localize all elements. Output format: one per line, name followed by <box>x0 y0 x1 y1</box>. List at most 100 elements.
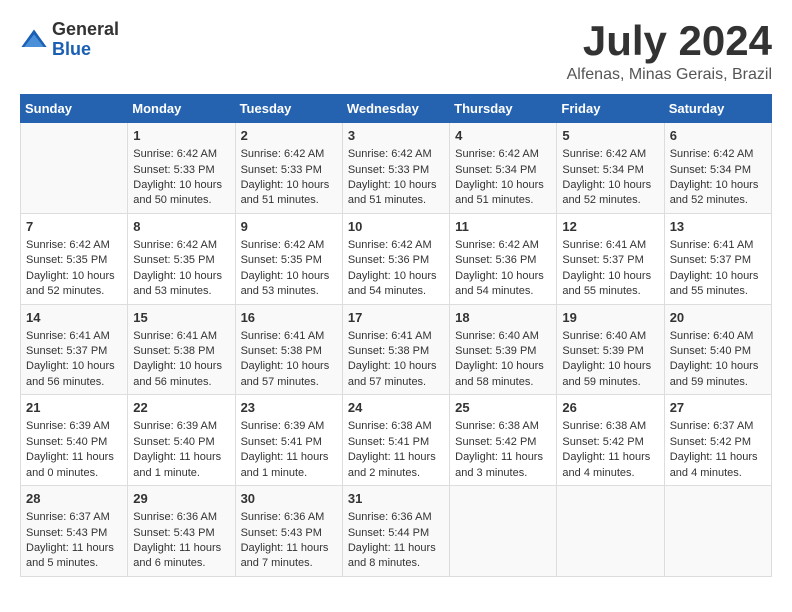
calendar-cell <box>664 486 771 577</box>
day-number: 12 <box>562 218 658 236</box>
day-info: and 3 minutes. <box>455 466 551 481</box>
day-info: Daylight: 11 hours <box>26 541 122 556</box>
day-number: 8 <box>133 218 229 236</box>
day-info: Sunrise: 6:39 AM <box>241 419 337 434</box>
day-number: 11 <box>455 218 551 236</box>
day-info: Daylight: 11 hours <box>241 541 337 556</box>
day-info: Sunrise: 6:42 AM <box>348 147 444 162</box>
calendar-cell: 30Sunrise: 6:36 AMSunset: 5:43 PMDayligh… <box>235 486 342 577</box>
day-info: Daylight: 10 hours <box>670 359 766 374</box>
day-info: Daylight: 11 hours <box>348 450 444 465</box>
day-info: Sunrise: 6:42 AM <box>348 238 444 253</box>
day-info: Sunset: 5:37 PM <box>562 253 658 268</box>
day-info: Daylight: 10 hours <box>670 178 766 193</box>
calendar-cell: 10Sunrise: 6:42 AMSunset: 5:36 PMDayligh… <box>342 213 449 304</box>
calendar-week-row: 28Sunrise: 6:37 AMSunset: 5:43 PMDayligh… <box>21 486 772 577</box>
calendar-cell: 12Sunrise: 6:41 AMSunset: 5:37 PMDayligh… <box>557 213 664 304</box>
logo-icon <box>20 26 48 54</box>
day-info: and 59 minutes. <box>670 375 766 390</box>
calendar-cell: 23Sunrise: 6:39 AMSunset: 5:41 PMDayligh… <box>235 395 342 486</box>
day-info: Sunset: 5:34 PM <box>562 163 658 178</box>
day-info: Sunset: 5:43 PM <box>133 526 229 541</box>
day-info: and 4 minutes. <box>670 466 766 481</box>
day-info: Sunrise: 6:40 AM <box>455 329 551 344</box>
day-info: Sunrise: 6:41 AM <box>241 329 337 344</box>
calendar-cell: 1Sunrise: 6:42 AMSunset: 5:33 PMDaylight… <box>128 123 235 214</box>
day-info: Sunset: 5:33 PM <box>348 163 444 178</box>
day-number: 6 <box>670 127 766 145</box>
calendar-cell: 7Sunrise: 6:42 AMSunset: 5:35 PMDaylight… <box>21 213 128 304</box>
day-number: 29 <box>133 490 229 508</box>
day-info: Sunset: 5:38 PM <box>241 344 337 359</box>
day-info: and 50 minutes. <box>133 193 229 208</box>
day-info: Sunset: 5:42 PM <box>562 435 658 450</box>
day-info: and 59 minutes. <box>562 375 658 390</box>
day-number: 10 <box>348 218 444 236</box>
day-info: and 55 minutes. <box>670 284 766 299</box>
calendar-cell: 9Sunrise: 6:42 AMSunset: 5:35 PMDaylight… <box>235 213 342 304</box>
calendar-cell: 16Sunrise: 6:41 AMSunset: 5:38 PMDayligh… <box>235 304 342 395</box>
day-number: 27 <box>670 399 766 417</box>
day-info: Daylight: 11 hours <box>348 541 444 556</box>
day-info: and 1 minute. <box>241 466 337 481</box>
day-info: Sunrise: 6:42 AM <box>241 238 337 253</box>
day-info: Daylight: 11 hours <box>133 450 229 465</box>
weekday-header-sunday: Sunday <box>21 95 128 123</box>
day-info: and 57 minutes. <box>241 375 337 390</box>
day-info: Daylight: 10 hours <box>455 178 551 193</box>
calendar-cell: 26Sunrise: 6:38 AMSunset: 5:42 PMDayligh… <box>557 395 664 486</box>
day-info: Sunset: 5:39 PM <box>562 344 658 359</box>
day-info: Sunrise: 6:42 AM <box>670 147 766 162</box>
day-info: Sunrise: 6:42 AM <box>455 147 551 162</box>
day-number: 24 <box>348 399 444 417</box>
day-number: 13 <box>670 218 766 236</box>
day-number: 2 <box>241 127 337 145</box>
day-info: Sunrise: 6:42 AM <box>562 147 658 162</box>
day-info: and 53 minutes. <box>133 284 229 299</box>
calendar-cell: 29Sunrise: 6:36 AMSunset: 5:43 PMDayligh… <box>128 486 235 577</box>
day-info: Sunset: 5:40 PM <box>133 435 229 450</box>
calendar-cell: 6Sunrise: 6:42 AMSunset: 5:34 PMDaylight… <box>664 123 771 214</box>
day-info: Daylight: 10 hours <box>241 269 337 284</box>
day-info: Sunrise: 6:41 AM <box>670 238 766 253</box>
day-info: and 1 minute. <box>133 466 229 481</box>
title-area: July 2024 Alfenas, Minas Gerais, Brazil <box>567 20 772 84</box>
day-info: Sunset: 5:35 PM <box>241 253 337 268</box>
calendar-week-row: 14Sunrise: 6:41 AMSunset: 5:37 PMDayligh… <box>21 304 772 395</box>
calendar-cell: 19Sunrise: 6:40 AMSunset: 5:39 PMDayligh… <box>557 304 664 395</box>
day-info: Daylight: 10 hours <box>455 269 551 284</box>
day-info: Daylight: 10 hours <box>26 359 122 374</box>
calendar-cell <box>450 486 557 577</box>
day-info: Sunrise: 6:42 AM <box>133 238 229 253</box>
day-number: 17 <box>348 309 444 327</box>
calendar-week-row: 7Sunrise: 6:42 AMSunset: 5:35 PMDaylight… <box>21 213 772 304</box>
day-info: Daylight: 10 hours <box>133 359 229 374</box>
day-info: Sunset: 5:42 PM <box>455 435 551 450</box>
day-info: Sunset: 5:35 PM <box>133 253 229 268</box>
day-info: and 51 minutes. <box>348 193 444 208</box>
day-info: Sunset: 5:42 PM <box>670 435 766 450</box>
calendar-cell: 14Sunrise: 6:41 AMSunset: 5:37 PMDayligh… <box>21 304 128 395</box>
day-info: and 55 minutes. <box>562 284 658 299</box>
day-number: 5 <box>562 127 658 145</box>
day-number: 22 <box>133 399 229 417</box>
weekday-header-saturday: Saturday <box>664 95 771 123</box>
day-info: and 0 minutes. <box>26 466 122 481</box>
day-info: Daylight: 10 hours <box>241 178 337 193</box>
day-info: Daylight: 11 hours <box>133 541 229 556</box>
day-info: and 51 minutes. <box>455 193 551 208</box>
calendar-cell: 11Sunrise: 6:42 AMSunset: 5:36 PMDayligh… <box>450 213 557 304</box>
calendar-cell: 13Sunrise: 6:41 AMSunset: 5:37 PMDayligh… <box>664 213 771 304</box>
day-info: Sunset: 5:38 PM <box>348 344 444 359</box>
calendar-cell: 15Sunrise: 6:41 AMSunset: 5:38 PMDayligh… <box>128 304 235 395</box>
calendar-cell: 24Sunrise: 6:38 AMSunset: 5:41 PMDayligh… <box>342 395 449 486</box>
day-info: Sunrise: 6:41 AM <box>133 329 229 344</box>
day-info: Sunset: 5:37 PM <box>26 344 122 359</box>
day-info: Sunset: 5:40 PM <box>670 344 766 359</box>
day-number: 30 <box>241 490 337 508</box>
day-info: Sunset: 5:43 PM <box>241 526 337 541</box>
month-year: July 2024 <box>567 20 772 62</box>
day-info: and 4 minutes. <box>562 466 658 481</box>
calendar-cell: 20Sunrise: 6:40 AMSunset: 5:40 PMDayligh… <box>664 304 771 395</box>
day-info: Daylight: 11 hours <box>562 450 658 465</box>
